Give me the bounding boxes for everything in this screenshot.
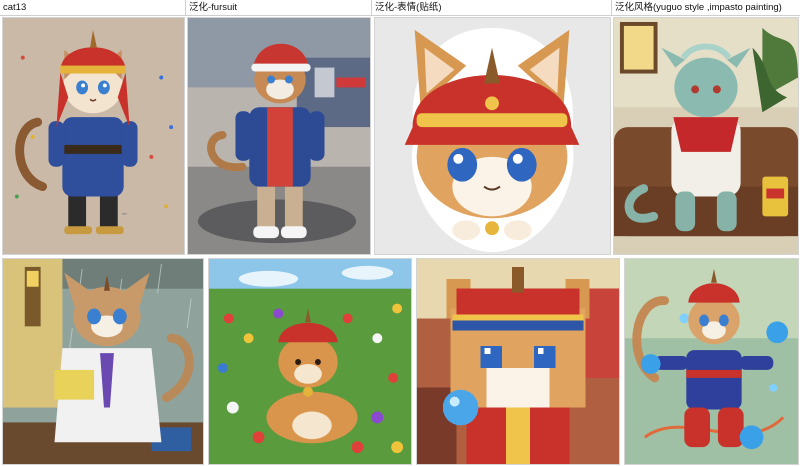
shiba-in-flower-field (208, 258, 412, 465)
label-cat13: cat13 (3, 2, 27, 13)
image-grid: cat13 泛化-fursuit 泛化-表情(贴纸) 泛化风格(yuguo st… (0, 0, 800, 466)
cat-with-magic-orbs (624, 258, 799, 465)
label-sticker: 泛化-表情(贴纸) (375, 2, 442, 13)
cat-reading-in-rain (2, 258, 204, 465)
dragon-impasto-painting (613, 17, 799, 255)
label-fursuit: 泛化-fursuit (189, 2, 238, 13)
label-impasto: 泛化风格(yuguo style ,impasto painting) (615, 2, 782, 13)
pixel-cat-with-orb (416, 258, 620, 465)
cat-sticker (374, 17, 611, 255)
cat-character-illustration: ~ (2, 17, 185, 255)
fursuit-photo (187, 17, 371, 255)
svg-text:~: ~ (121, 210, 128, 219)
